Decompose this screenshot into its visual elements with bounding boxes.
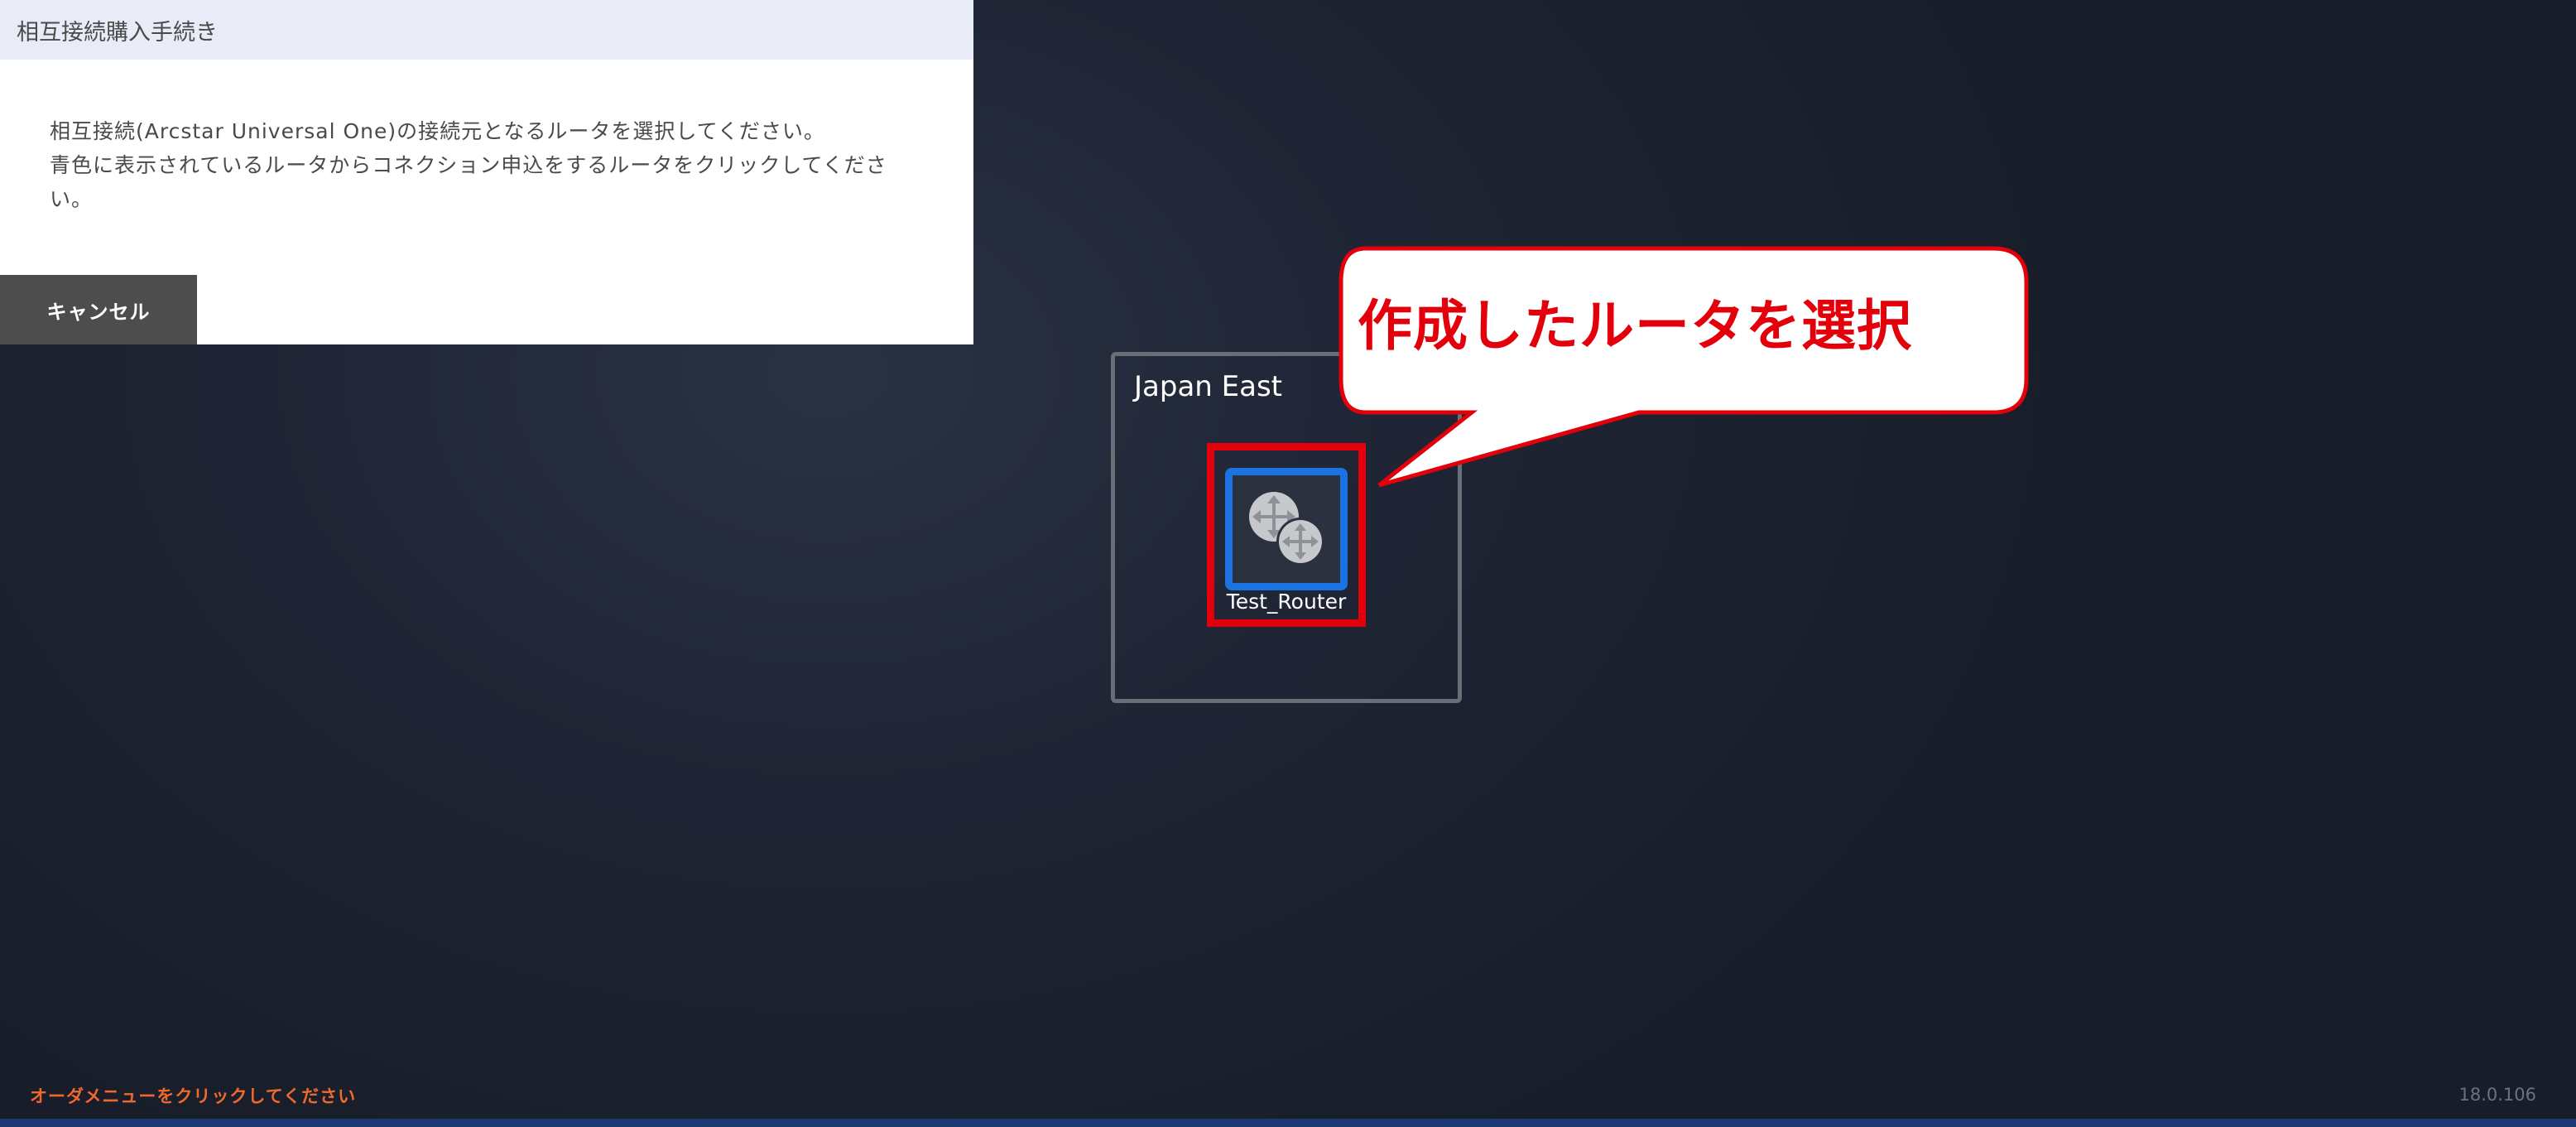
dialog-instructions: 相互接続(Arcstar Universal One)の接続元となるルータを選択…: [50, 114, 927, 216]
dialog-header: 相互接続購入手続き: [0, 0, 973, 60]
callout-text: 作成したルータを選択: [1358, 294, 1912, 358]
instruction-line-2: 青色に表示されているルータからコネクション申込をするルータをクリックしてください…: [50, 153, 887, 211]
cancel-button[interactable]: キャンセル: [0, 275, 197, 344]
dialog-title: 相互接続購入手続き: [17, 19, 218, 46]
version-label: 18.0.106: [2458, 1085, 2536, 1105]
router-name[interactable]: Test_Router: [1207, 590, 1366, 614]
region-label: Japan East: [1134, 370, 1282, 403]
instruction-line-1: 相互接続(Arcstar Universal One)の接続元となるルータを選択…: [50, 119, 825, 143]
callout-bubble: [1338, 246, 2029, 488]
order-menu-hint: オーダメニューをクリックしてください: [30, 1086, 357, 1106]
bottom-bar: [0, 1119, 2576, 1127]
purchase-dialog: 相互接続購入手続き 相互接続(Arcstar Universal One)の接続…: [0, 0, 973, 344]
